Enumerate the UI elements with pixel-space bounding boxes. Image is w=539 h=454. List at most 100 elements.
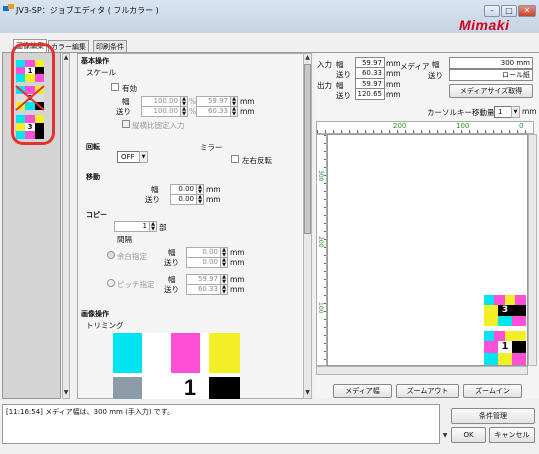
mm-unit: mm [230,258,245,267]
move-label: 移動 [86,173,100,181]
scale-feed-label: 送り [116,107,131,116]
margin-option-label: 余白指定 [117,252,147,261]
output-feed-label: 送り [336,91,351,100]
output-feed-value: 120.65 [355,88,385,100]
cursor-step-label: カーソルキー移動量 [427,108,495,117]
mm-unit: mm [240,97,255,106]
rotate-label: 回転 [86,143,100,151]
vertical-ruler [316,134,327,366]
scale-feed-pct-input[interactable]: 100.00 [141,106,181,117]
zoom-in-button[interactable]: ズームイン [463,384,522,398]
margin-radio[interactable] [107,251,115,259]
scale-enable-label: 有効 [122,84,137,93]
scroll-down-icon[interactable]: ▼ [62,389,70,396]
basic-ops-heading: 基本操作 [81,57,109,65]
copy-label: コピー [86,211,107,219]
mm-unit: mm [230,275,245,284]
mm-unit: mm [386,90,401,99]
pitch-radio[interactable] [107,279,115,287]
cancel-button[interactable]: キャンセル [489,427,535,443]
trimming-label: トリミング [86,321,124,330]
ok-button[interactable]: OK [451,427,486,443]
copy-count-input[interactable]: 1 [114,221,150,232]
stepper-icon[interactable]: ▲ ▼ [180,106,188,117]
input-label: 入力 [317,60,332,69]
maximize-button[interactable]: □ [501,5,517,17]
settings-scroll-down-icon[interactable]: ▼ [303,389,312,396]
cursor-step-unit: mm [522,107,537,116]
mm-unit: mm [240,107,255,116]
canvas-hscrollbar[interactable] [316,366,528,375]
mm-unit: mm [206,195,221,204]
ruler-mark: 300 [317,170,324,182]
settings-scroll-up-icon[interactable]: ▲ [303,54,312,61]
mm-unit: mm [230,248,245,257]
job-editor-window: JV3-SP：ジョブエディタ ( フルカラー ) – □ ✕ Mimaki 画像… [0,0,539,454]
copy-unit: 部 [159,223,167,232]
scale-label: スケール [86,68,116,77]
close-button[interactable]: ✕ [518,5,536,17]
chevron-down-icon[interactable]: ▼ [139,151,148,163]
job-image-stack[interactable]: 3 1 [484,295,526,365]
output-label: 出力 [317,81,332,90]
chevron-down-icon[interactable]: ▼ [511,106,520,118]
tab-print-conditions[interactable]: 印刷条件 [93,40,127,52]
cursor-step-select[interactable]: 1 [494,106,512,118]
media-feed-value: ロール紙 [449,69,533,81]
stepper-icon[interactable]: ▲ ▼ [230,106,238,117]
window-title: JV3-SP：ジョブエディタ ( フルカラー ) [16,6,159,15]
ruler-mark: 100 [456,122,470,130]
media-width-button[interactable]: メディア幅 [333,384,392,398]
mirror-label: ミラー [200,143,223,152]
status-scroll-down-icon[interactable]: ▼ [441,432,449,439]
pitch-option-label: ピッチ指定 [117,280,155,289]
scroll-up-icon[interactable]: ▲ [62,54,70,61]
rotate-select[interactable]: OFF [117,151,141,163]
settings-scroll-thumb[interactable] [304,64,311,234]
scale-feed-mm-input[interactable]: 60.33 [196,106,231,117]
mm-unit: mm [206,185,221,194]
stepper-icon[interactable]: ▲ ▼ [220,284,228,295]
image-op-heading: 画像操作 [81,310,109,318]
media-label: メディア [400,62,430,71]
media-feed-label: 送り [428,71,443,80]
mirror-option-label: 左右反転 [242,156,272,165]
canvas-scrollbar[interactable] [528,134,537,366]
stepper-icon[interactable]: ▲ ▼ [149,221,157,232]
horizontal-ruler [316,121,534,134]
move-feed-label: 送り [145,195,160,204]
stepper-icon[interactable]: ▲ ▼ [196,194,204,205]
mirror-checkbox[interactable] [231,155,239,163]
app-icon [3,4,14,11]
input-feed-label: 送り [336,70,351,79]
trimming-preview[interactable]: 1 [113,333,240,399]
fixed-ratio-checkbox[interactable] [122,120,130,128]
margin-feed-label: 送り [164,258,179,267]
status-message: [11:16:54] メディア幅は、300 mm (手入力) です。 [2,404,440,444]
zoom-out-button[interactable]: ズームアウト [396,384,459,398]
mm-unit: mm [386,69,401,78]
media-width-value[interactable]: 300 mm [449,57,533,69]
move-feed-input[interactable]: 0.00 [170,194,197,205]
stepper-icon[interactable]: ▲ ▼ [220,257,228,268]
get-media-size-button[interactable]: メディアサイズ取得 [449,84,533,98]
mm-unit: mm [386,59,401,68]
mimaki-logo: Mimaki [459,17,510,33]
scale-enable-checkbox[interactable] [111,83,119,91]
ruler-mark: 200 [393,122,407,130]
condition-manage-button[interactable]: 条件管理 [451,408,535,424]
mm-unit: mm [230,285,245,294]
ruler-mark: 200 [317,236,324,248]
margin-feed-input[interactable]: 0.00 [186,257,221,268]
thumbnail-scrollbar[interactable] [62,53,70,399]
mm-unit: mm [386,80,401,89]
thumbnail-highlight [11,43,55,145]
ruler-mark: 0 [519,122,524,130]
spacing-label: 間隔 [117,235,132,244]
minimize-button[interactable]: – [484,5,500,17]
fixed-ratio-label: 縦横比固定入力 [132,121,185,130]
media-width-label: 幅 [432,60,440,69]
pitch-feed-input[interactable]: 60.33 [186,284,221,295]
ruler-mark: 100 [317,302,324,314]
pitch-feed-label: 送り [164,285,179,294]
